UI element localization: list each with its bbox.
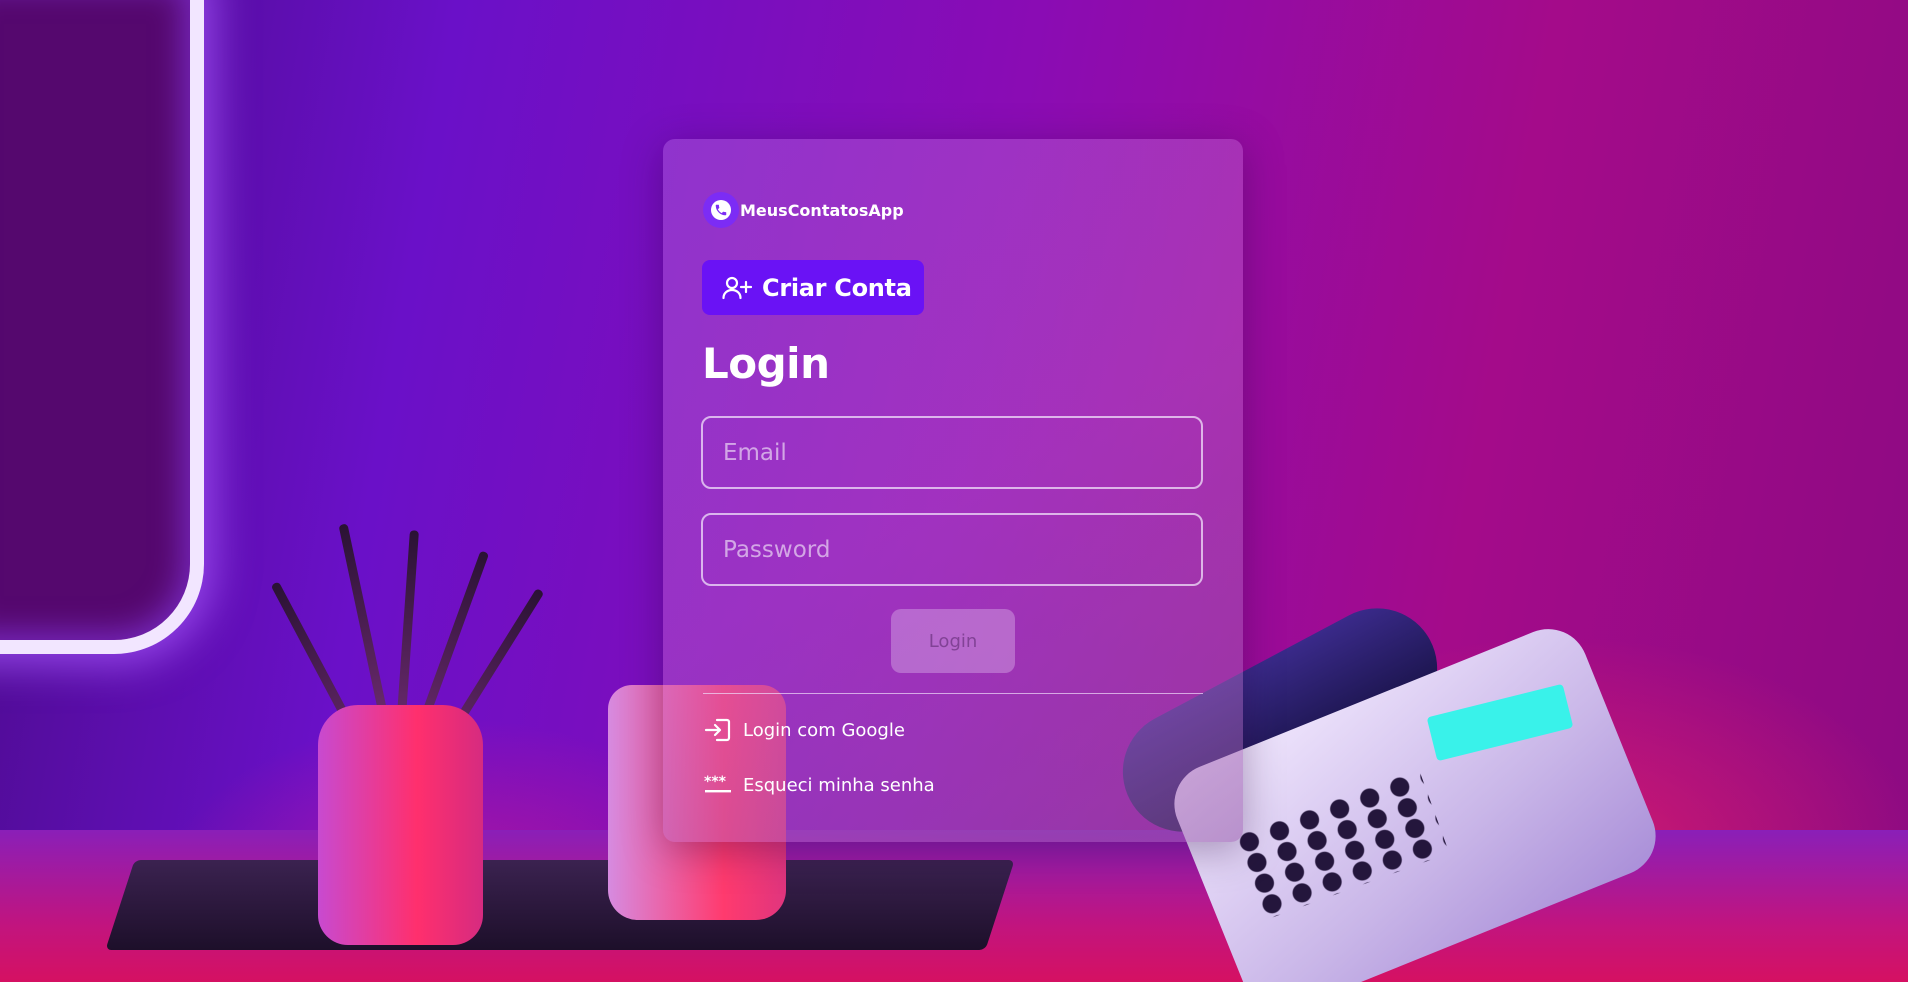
pencil-jar-decoration bbox=[318, 705, 483, 945]
svg-text:***: *** bbox=[704, 774, 727, 790]
password-input[interactable] bbox=[701, 513, 1203, 586]
add-user-icon bbox=[722, 275, 752, 301]
create-account-label: Criar Conta bbox=[762, 273, 912, 302]
pencil-decoration bbox=[396, 530, 419, 731]
brand-name: MeusContatosApp bbox=[740, 200, 904, 220]
login-google-link[interactable]: Login com Google bbox=[703, 715, 905, 745]
divider bbox=[703, 693, 1203, 694]
create-account-button[interactable]: Criar Conta bbox=[702, 260, 924, 315]
email-input[interactable] bbox=[701, 416, 1203, 489]
forgot-password-label: Esqueci minha senha bbox=[743, 774, 935, 796]
phone-icon bbox=[703, 192, 739, 228]
password-icon: *** bbox=[703, 770, 733, 800]
forgot-password-link[interactable]: *** Esqueci minha senha bbox=[703, 770, 935, 800]
brand: MeusContatosApp bbox=[703, 192, 904, 228]
login-title: Login bbox=[702, 339, 830, 388]
login-button[interactable]: Login bbox=[891, 609, 1015, 673]
login-icon bbox=[703, 715, 733, 745]
login-card: MeusContatosApp Criar Conta Login Login … bbox=[663, 139, 1243, 842]
neon-mirror-decoration bbox=[0, 0, 204, 654]
notebook-decoration bbox=[105, 860, 1015, 950]
pencil-decoration bbox=[338, 523, 389, 721]
login-google-label: Login com Google bbox=[743, 719, 905, 741]
